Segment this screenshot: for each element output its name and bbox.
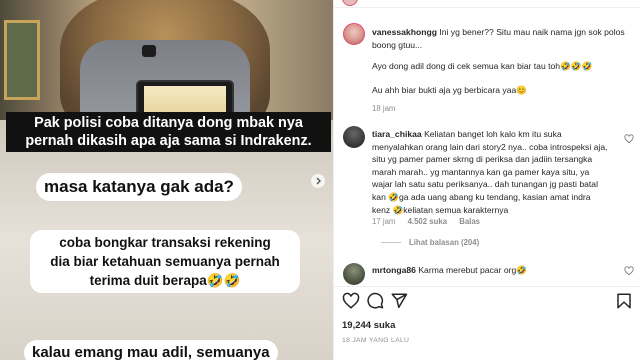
comment-username[interactable]: mrtonga86: [372, 265, 416, 275]
actions-divider: [334, 286, 640, 287]
avatar-vanessakhongg[interactable]: [343, 23, 365, 45]
comment-username[interactable]: tiara_chikaa: [372, 129, 422, 139]
share-button[interactable]: [390, 292, 408, 310]
divider-line: [381, 242, 401, 244]
like-comment-button[interactable]: [624, 266, 634, 279]
save-button[interactable]: [615, 292, 633, 310]
comment-meta: 17 jam 4.502 suka Balas: [372, 217, 481, 226]
clip-mic: [142, 45, 156, 57]
post-media[interactable]: Pak polisi coba ditanya dong mbak nya pe…: [0, 0, 333, 360]
caption-masa-katanya: masa katanya gak ada?: [36, 173, 242, 201]
chevron-right-icon: [316, 177, 321, 185]
wall-picture-frame: [4, 20, 40, 100]
avatar-tiara-chikaa[interactable]: [343, 126, 365, 148]
panel-header: [334, 0, 640, 8]
author-avatar[interactable]: [342, 0, 358, 6]
comments-panel: vanessakhongg Ini yg bener?? Situ mau na…: [333, 0, 640, 360]
comment-vanessakhongg-line3: Au ahh biar bukti aja yg berbicara yaa😊: [372, 85, 527, 95]
comment-username[interactable]: vanessakhongg: [372, 27, 437, 37]
share-icon: [391, 293, 408, 309]
next-slide-button[interactable]: [311, 174, 325, 188]
reply-button[interactable]: Balas: [459, 217, 480, 226]
comment-button[interactable]: [366, 292, 384, 310]
like-comment-button[interactable]: [624, 134, 634, 147]
avatar-mrtonga86[interactable]: [343, 263, 365, 285]
heart-outline-icon: [624, 134, 634, 144]
post-timestamp[interactable]: 18 JAM YANG LALU: [342, 337, 409, 344]
post-actions: [334, 292, 640, 312]
like-button[interactable]: [342, 292, 360, 310]
heart-outline-icon: [624, 266, 634, 276]
comment-tiara-chikaa: tiara_chikaa Keliatan banget loh kalo km…: [372, 129, 608, 215]
post-like-count[interactable]: 19,244 suka: [342, 320, 395, 331]
comment-mrtonga86: mrtonga86 Karma merebut pacar org🤣: [372, 265, 527, 275]
bookmark-icon: [617, 293, 631, 309]
comment-vanessakhongg-line2: Ayo dong adil dong di cek semua kan biar…: [372, 61, 593, 71]
view-replies-button[interactable]: Lihat balasan (204): [381, 238, 479, 247]
caption-police-question: Pak polisi coba ditanya dong mbak nya pe…: [6, 112, 331, 152]
comment-icon: [367, 292, 384, 309]
caption-bongkar-transaksi: coba bongkar transaksi rekening dia biar…: [30, 230, 300, 293]
comment-vanessakhongg: vanessakhongg Ini yg bener?? Situ mau na…: [372, 27, 625, 50]
heart-icon: [342, 292, 360, 309]
comment-meta: 18 jam: [372, 104, 396, 113]
caption-kalau-emang: kalau emang mau adil, semuanya: [24, 340, 278, 360]
comment-likes[interactable]: 4.502 suka: [408, 217, 447, 226]
